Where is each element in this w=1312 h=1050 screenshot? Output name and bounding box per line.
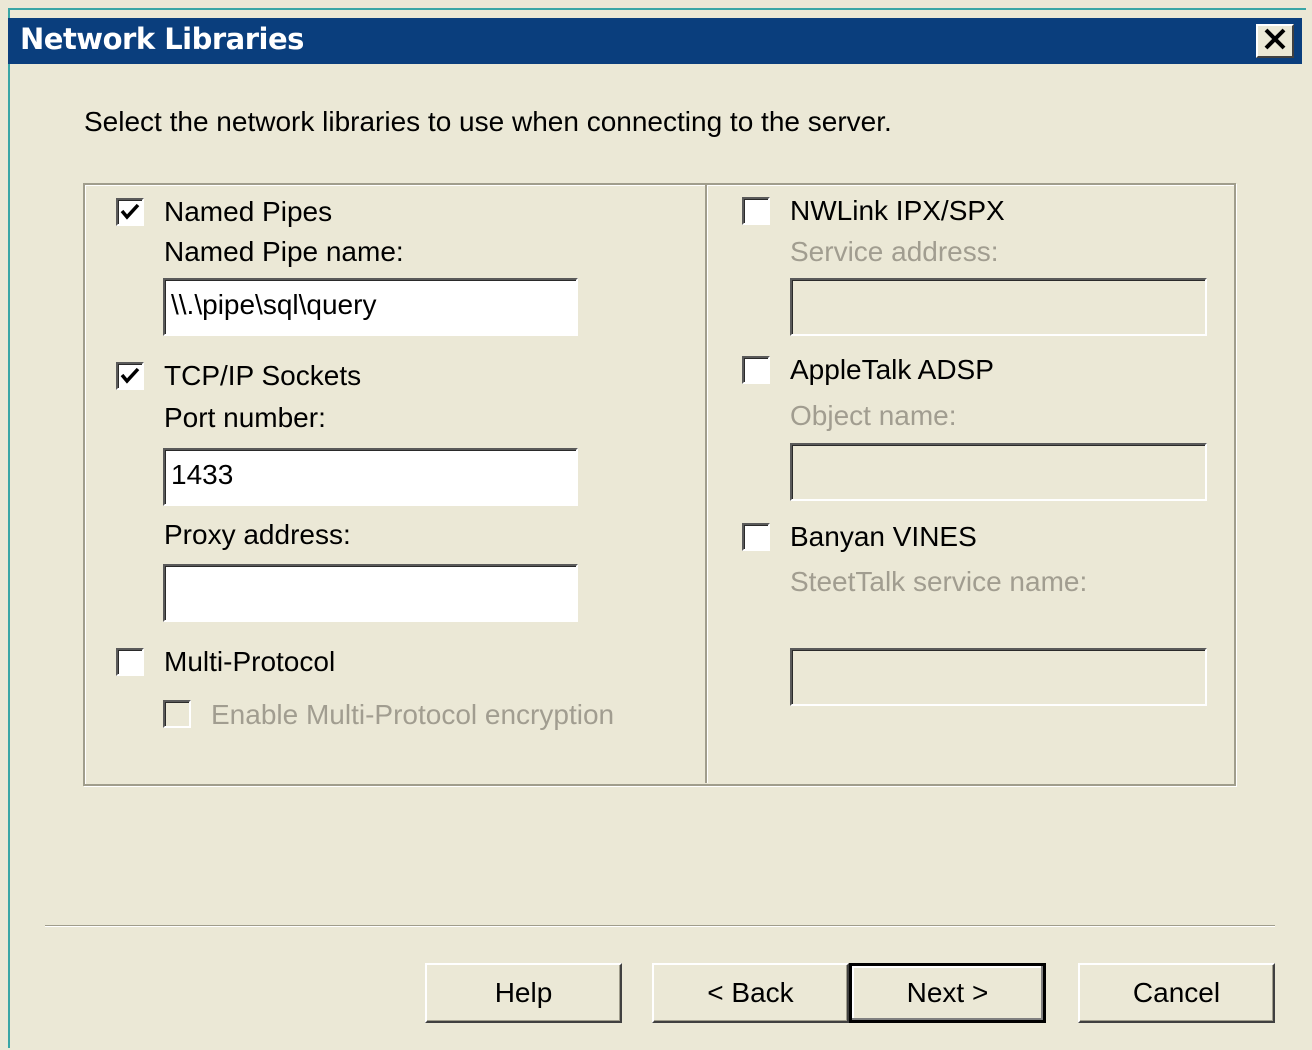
cancel-button[interactable]: Cancel — [1078, 963, 1275, 1023]
multiprotocol-label[interactable]: Multi-Protocol — [164, 646, 335, 678]
back-button[interactable]: < Back — [652, 963, 849, 1023]
service-address-label: Service address: — [790, 236, 999, 267]
multiprotocol-encryption-label: Enable Multi-Protocol encryption — [211, 699, 615, 730]
instruction-text: Select the network libraries to use when… — [84, 106, 892, 137]
multiprotocol-checkbox[interactable] — [116, 648, 144, 676]
close-icon — [1263, 28, 1287, 55]
streettalk-name-label: SteetTalk service name: — [790, 566, 1088, 597]
tcpip-label[interactable]: TCP/IP Sockets — [164, 360, 361, 392]
checkmark-icon — [120, 367, 140, 384]
multiprotocol-encryption-checkbox — [163, 700, 191, 728]
named-pipe-name-label: Named Pipe name: — [164, 236, 404, 267]
next-button[interactable]: Next > — [849, 963, 1046, 1023]
appletalk-label[interactable]: AppleTalk ADSP — [790, 354, 994, 386]
nwlink-checkbox[interactable] — [742, 197, 770, 225]
named-pipes-label[interactable]: Named Pipes — [164, 196, 332, 228]
banyan-checkbox[interactable] — [742, 523, 770, 551]
object-name-label: Object name: — [790, 400, 957, 431]
object-name-field — [790, 443, 1207, 501]
close-button[interactable] — [1256, 24, 1294, 58]
port-number-label: Port number: — [164, 402, 326, 433]
proxy-address-label: Proxy address: — [164, 519, 351, 550]
named-pipes-checkbox[interactable] — [116, 198, 144, 226]
tcpip-checkbox[interactable] — [116, 362, 144, 390]
named-pipe-name-field[interactable]: \\.\pipe\sql\query — [163, 278, 578, 336]
port-number-field[interactable]: 1433 — [163, 448, 578, 506]
group-divider — [705, 185, 708, 783]
appletalk-checkbox[interactable] — [742, 356, 770, 384]
banyan-label[interactable]: Banyan VINES — [790, 521, 977, 553]
streettalk-name-field — [790, 648, 1207, 706]
help-button[interactable]: Help — [425, 963, 622, 1023]
service-address-field — [790, 278, 1207, 336]
checkmark-icon — [120, 203, 140, 220]
window-title: Network Libraries — [20, 22, 304, 56]
button-separator — [45, 925, 1275, 927]
proxy-address-field[interactable] — [163, 564, 578, 622]
nwlink-label[interactable]: NWLink IPX/SPX — [790, 195, 1005, 227]
